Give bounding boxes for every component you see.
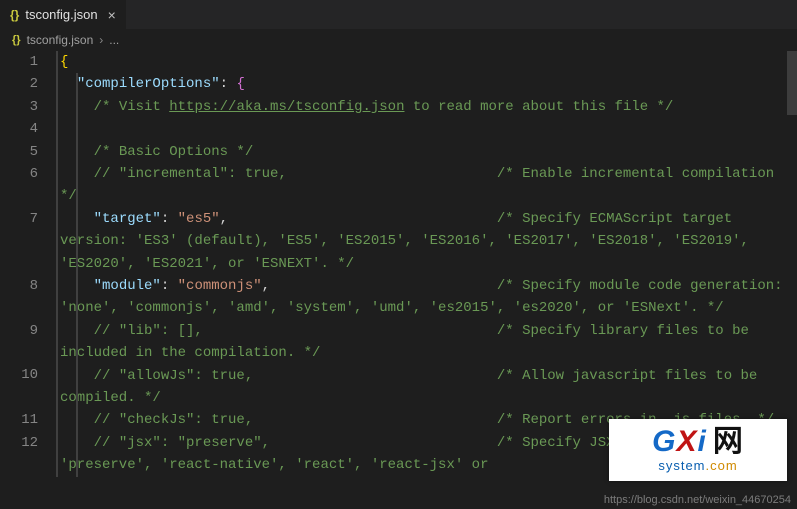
line-number: 9: [0, 320, 38, 342]
line-number: 7: [0, 208, 38, 230]
line-number-gutter: 123456789101112: [0, 51, 52, 509]
logo-letter-g: G: [652, 425, 676, 458]
line-number: 5: [0, 141, 38, 163]
line-number: 2: [0, 73, 38, 95]
breadcrumb-more: ...: [109, 33, 119, 47]
line-number: 1: [0, 51, 38, 73]
json-file-icon: {}: [10, 8, 19, 22]
line-number: 12: [0, 432, 38, 454]
close-icon[interactable]: ×: [108, 7, 116, 23]
watermark-url: https://blog.csdn.net/weixin_44670254: [604, 494, 791, 506]
line-number: 6: [0, 163, 38, 185]
code-line[interactable]: // "incremental": true, /* Enable increm…: [58, 163, 797, 208]
code-line[interactable]: // "lib": [], /* Specify library files t…: [58, 320, 797, 365]
code-line[interactable]: /* Basic Options */: [58, 141, 797, 163]
code-line[interactable]: [58, 118, 797, 140]
logo-sub-com: .com: [706, 458, 738, 473]
logo-sub-system: system: [658, 458, 705, 473]
logo-letter-x: X: [676, 425, 697, 458]
vertical-scrollbar[interactable]: [787, 51, 797, 115]
line-number: 3: [0, 96, 38, 118]
line-number: 8: [0, 275, 38, 297]
tab-tsconfig[interactable]: {} tsconfig.json ×: [0, 0, 127, 29]
logo-letter-i: i: [698, 425, 707, 458]
tab-filename: tsconfig.json: [25, 7, 97, 22]
line-number: 10: [0, 364, 38, 386]
code-line[interactable]: "compilerOptions": {: [58, 73, 797, 95]
gxi-logo: GXi网 system.com: [609, 419, 787, 481]
indent-guide: [76, 73, 78, 476]
breadcrumb-filename: tsconfig.json: [27, 33, 94, 47]
tab-bar: {} tsconfig.json ×: [0, 0, 797, 29]
chevron-right-icon: ›: [99, 33, 103, 47]
breadcrumb[interactable]: {} tsconfig.json › ...: [0, 29, 797, 51]
code-line[interactable]: "module": "commonjs", /* Specify module …: [58, 275, 797, 320]
code-line[interactable]: "target": "es5", /* Specify ECMAScript t…: [58, 208, 797, 275]
code-line[interactable]: // "allowJs": true, /* Allow javascript …: [58, 365, 797, 410]
line-number: 4: [0, 118, 38, 140]
doc-link[interactable]: https://aka.ms/tsconfig.json: [169, 99, 404, 115]
line-number: 11: [0, 409, 38, 431]
code-line[interactable]: /* Visit https://aka.ms/tsconfig.json to…: [58, 96, 797, 118]
logo-wang: 网: [713, 425, 744, 458]
json-file-icon: {}: [12, 34, 21, 46]
code-content[interactable]: { "compilerOptions": { /* Visit https://…: [56, 51, 797, 477]
code-line[interactable]: {: [58, 51, 797, 73]
